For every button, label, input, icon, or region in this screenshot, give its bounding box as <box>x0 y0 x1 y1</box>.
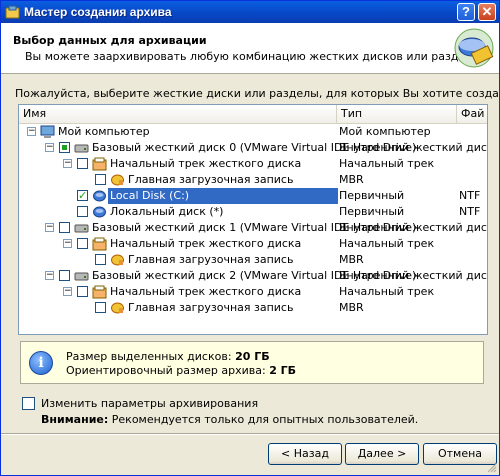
row-type: Начальный трек <box>339 285 435 298</box>
track-checkbox[interactable] <box>77 158 88 169</box>
column-type[interactable]: Тип <box>337 105 457 123</box>
resize-grip-icon[interactable] <box>487 463 497 473</box>
track-icon <box>92 285 107 299</box>
row-type: Начальный трек <box>339 237 435 250</box>
row-name: Начальный трек жесткого диска <box>110 285 302 298</box>
collapse-toggle[interactable]: − <box>45 143 54 152</box>
estimate-size-line: Ориентировочный размер архива: 2 ГБ <box>66 364 296 377</box>
wizard-header: Выбор данных для архивации Вы можете заа… <box>1 23 499 74</box>
warning-note: Внимание: Рекомендуется только для опытн… <box>41 413 418 426</box>
row-type: Начальный трек <box>339 157 435 170</box>
row-name: Начальный трек жесткого диска <box>110 237 302 250</box>
tree-row-disk-1[interactable]: − Базовый жесткий диск 1 (VMware Virtual… <box>19 220 487 236</box>
tree-row-mbr[interactable]: Главная загрузочная запись MBR <box>19 252 487 268</box>
wizard-window: Мастер создания архива ? ✕ Выбор данных … <box>0 0 500 476</box>
row-type: Внутренний жесткий диск <box>339 141 488 154</box>
close-button[interactable]: ✕ <box>478 3 496 21</box>
track-checkbox[interactable] <box>77 286 88 297</box>
tree-row-local-disk-star[interactable]: Локальный диск (*) Первичный NTF <box>19 204 487 220</box>
help-button[interactable]: ? <box>457 3 475 21</box>
footer-separator <box>1 433 499 435</box>
row-type: Первичный <box>339 205 405 218</box>
partition-icon <box>93 190 106 202</box>
title-bar: Мастер создания архива ? ✕ <box>1 1 499 23</box>
column-name[interactable]: Имя <box>19 105 337 123</box>
selection-prompt: Пожалуйста, выберите жесткие диски или р… <box>15 87 500 100</box>
cancel-button[interactable]: Отмена <box>423 443 497 465</box>
archive-app-icon <box>5 5 20 19</box>
hard-disk-icon <box>74 224 89 233</box>
mbr-checkbox[interactable] <box>95 302 106 313</box>
row-name: Главная загрузочная запись <box>128 253 294 266</box>
collapse-toggle[interactable]: − <box>63 159 72 168</box>
partition-icon <box>93 206 106 218</box>
row-type: MBR <box>339 253 364 266</box>
row-fs: NTF <box>459 205 481 218</box>
row-type: Внутренний жесткий диск <box>339 269 488 282</box>
collapse-toggle[interactable]: − <box>63 287 72 296</box>
local-disk-c-checkbox[interactable]: ✓ <box>77 190 88 201</box>
back-button[interactable]: < Назад <box>268 443 342 465</box>
mbr-icon <box>111 302 124 314</box>
row-name: Главная загрузочная запись <box>128 173 294 186</box>
disk-2-checkbox[interactable] <box>59 270 70 281</box>
window-title: Мастер создания архива <box>24 5 172 19</box>
estimate-size-value: 2 ГБ <box>269 364 297 377</box>
step-subtitle: Вы можете заархивировать любую комбинаци… <box>25 50 489 63</box>
row-type: Внутренний жесткий диск <box>339 221 488 234</box>
collapse-toggle[interactable]: − <box>45 271 54 280</box>
selected-size-line: Размер выделенных дисков: 20 ГБ <box>66 350 270 363</box>
warning-text: Рекомендуется только для опытных пользов… <box>111 413 419 426</box>
tree-row-disk-0[interactable]: − Базовый жесткий диск 0 (VMware Virtual… <box>19 140 487 156</box>
track-icon <box>92 157 107 171</box>
mbr-icon <box>111 254 124 266</box>
tree-row-mbr[interactable]: Главная загрузочная запись MBR <box>19 172 487 188</box>
step-title: Выбор данных для архивации <box>13 34 207 47</box>
mbr-checkbox[interactable] <box>95 174 106 185</box>
row-type: MBR <box>339 301 364 314</box>
row-name: Локальный диск (*) <box>110 205 224 218</box>
disk-tree[interactable]: Имя Тип Фай − Мой компьютер Мой компьюте… <box>18 104 488 335</box>
column-header: Имя Тип Фай <box>19 105 487 124</box>
estimate-size-label: Ориентировочный размер архива: <box>66 364 266 377</box>
hard-disk-icon <box>74 272 89 281</box>
collapse-toggle[interactable]: − <box>63 239 72 248</box>
tree-row-track[interactable]: − Начальный трек жесткого диска Начальны… <box>19 236 487 252</box>
local-disk-star-checkbox[interactable] <box>77 206 88 217</box>
change-params-checkbox[interactable] <box>22 397 35 410</box>
tree-row-local-disk-c[interactable]: ✓ Local Disk (C:) Первичный NTF <box>19 188 487 204</box>
change-params-label[interactable]: Изменить параметры архивирования <box>41 397 258 410</box>
selected-size-label: Размер выделенных дисков: <box>66 350 232 363</box>
row-name: Local Disk (C:) <box>108 188 338 204</box>
tree-row-track[interactable]: − Начальный трек жесткого диска Начальны… <box>19 156 487 172</box>
row-type: Мой компьютер <box>339 125 431 138</box>
backup-graphic-icon <box>454 28 494 68</box>
tree-row-track[interactable]: − Начальный трек жесткого диска Начальны… <box>19 284 487 300</box>
tree-row-my-computer[interactable]: − Мой компьютер Мой компьютер <box>19 124 487 140</box>
row-name: Мой компьютер <box>58 125 150 138</box>
track-checkbox[interactable] <box>77 238 88 249</box>
mbr-checkbox[interactable] <box>95 254 106 265</box>
computer-icon <box>40 125 55 138</box>
tree-row-mbr[interactable]: Главная загрузочная запись MBR <box>19 300 487 316</box>
track-icon <box>92 237 107 251</box>
row-type: MBR <box>339 173 364 186</box>
column-fs[interactable]: Фай <box>457 105 487 123</box>
collapse-toggle[interactable]: − <box>27 127 36 136</box>
row-name: Начальный трек жесткого диска <box>110 157 302 170</box>
selected-size-value: 20 ГБ <box>235 350 270 363</box>
mbr-icon <box>111 174 124 186</box>
collapse-toggle[interactable]: − <box>45 223 54 232</box>
disk-0-checkbox[interactable] <box>59 142 70 153</box>
tree-row-disk-2[interactable]: − Базовый жесткий диск 2 (VMware Virtual… <box>19 268 487 284</box>
row-type: Первичный <box>339 189 405 202</box>
warning-label: Внимание: <box>41 413 109 426</box>
disk-1-checkbox[interactable] <box>59 222 70 233</box>
info-icon: i <box>29 351 53 375</box>
row-name: Главная загрузочная запись <box>128 301 294 314</box>
next-button[interactable]: Далее > <box>345 443 419 465</box>
size-info-panel: i Размер выделенных дисков: 20 ГБ Ориент… <box>20 341 484 384</box>
row-fs: NTF <box>459 189 481 202</box>
hard-disk-icon <box>74 144 89 153</box>
